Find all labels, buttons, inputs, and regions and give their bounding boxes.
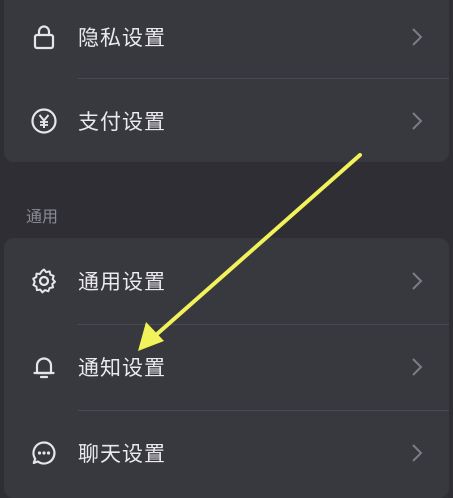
bell-icon [28, 351, 60, 383]
payment-settings-label: 支付设置 [78, 110, 166, 134]
chevron-right-icon [411, 357, 423, 377]
yen-circle-icon [28, 105, 60, 137]
chat-settings-label: 聊天设置 [78, 442, 166, 466]
general-settings-row[interactable]: 通用设置 [4, 238, 449, 324]
general-settings-card: 通用设置 通知设置 聊天设置 [4, 238, 449, 498]
notification-settings-row[interactable]: 通知设置 [4, 324, 449, 410]
privacy-settings-card: 隐私设置 支付设置 [4, 0, 449, 162]
general-settings-label: 通用设置 [78, 270, 166, 294]
chevron-right-icon [411, 271, 423, 291]
chat-settings-row[interactable]: 聊天设置 [4, 410, 449, 496]
gear-icon [28, 265, 60, 297]
notification-settings-label: 通知设置 [78, 356, 166, 380]
chevron-right-icon [411, 443, 423, 463]
privacy-settings-label: 隐私设置 [78, 26, 166, 50]
general-section-title: 通用 [26, 207, 59, 226]
payment-settings-row[interactable]: 支付设置 [4, 78, 449, 164]
chevron-right-icon [411, 27, 423, 47]
chevron-right-icon [411, 111, 423, 131]
privacy-settings-row[interactable]: 隐私设置 [4, 0, 449, 80]
lock-icon [28, 21, 60, 53]
chat-bubble-icon [28, 437, 60, 469]
